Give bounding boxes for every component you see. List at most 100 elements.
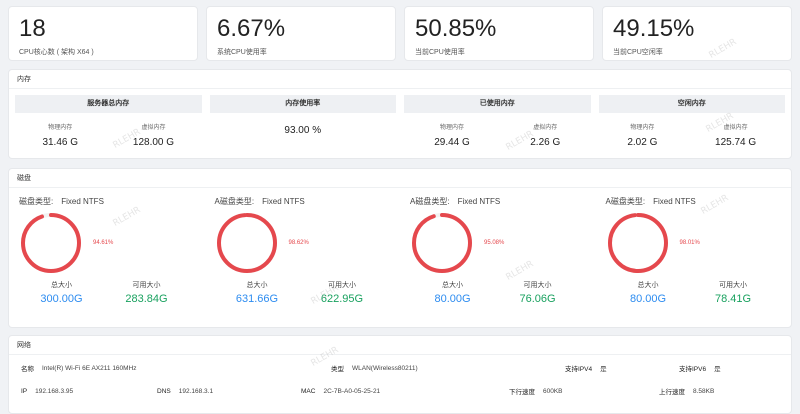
disk-total-label: 总大小 — [442, 282, 463, 289]
network-dns: DNS 192.168.3.1 — [157, 380, 213, 402]
memory-total: 服务器总内存 物理内存 31.46 G 虚拟内存 128.00 G — [15, 95, 202, 148]
net-value: 2C-7B-A0-05-25-21 — [323, 387, 381, 395]
disk-free: 76.06G — [519, 293, 556, 305]
disk-fs: Fixed NTFS — [653, 197, 696, 206]
memory-usage-value: 93.00 % — [284, 125, 322, 136]
network-download: 下行速度 600KB — [509, 380, 563, 402]
stat-label: 当前CPU使用率 — [415, 49, 465, 56]
disk-fs: Fixed NTFS — [61, 197, 104, 206]
net-value: 是 — [600, 366, 607, 373]
network-name: 名称 Intel(R) Wi-Fi 6E AX211 160MHz — [21, 357, 137, 379]
net-key: IP — [21, 387, 28, 395]
virtual-value: 2.26 G — [530, 137, 561, 148]
disk-free-label: 可用大小 — [719, 282, 747, 289]
cpu-stats: 18 CPU核心数 ( 架构 X64 ) 6.67% 系统CPU使用率 50.8… — [8, 6, 792, 61]
net-value: Intel(R) Wi-Fi 6E AX211 160MHz — [42, 364, 137, 372]
memory-panel-title: 内存 — [9, 70, 791, 89]
memory-col-title: 已使用内存 — [404, 95, 591, 113]
disk-total-label: 总大小 — [637, 282, 659, 289]
ring-arc — [412, 213, 472, 273]
disk-percent: 98.62% — [288, 240, 309, 246]
disk-type: 磁盘类型: Fixed NTFS — [19, 196, 205, 208]
stat-cpu-cores: 18 CPU核心数 ( 架构 X64 ) — [8, 6, 198, 61]
disk-total: 300.00G — [40, 293, 83, 305]
net-value: 192.168.3.1 — [178, 387, 214, 395]
disk-percent: 95.08% — [484, 240, 505, 246]
disk-total-label: 总大小 — [50, 282, 72, 289]
disk-fs: Fixed NTFS — [262, 197, 305, 206]
net-key: DNS — [157, 387, 171, 395]
disk-card: 磁盘类型: Fixed NTFS 94.61% 总大小 300.00G 可用大小 28… — [9, 196, 205, 305]
disk-card: A磁盘类型: Fixed NTFS 98.62% 总大小 631.66G 可用大小 6… — [205, 196, 401, 305]
disk-type: A磁盘类型: Fixed NTFS — [410, 196, 596, 208]
net-key: 支持IPV4 — [565, 366, 593, 373]
disk-free: 78.41G — [714, 293, 752, 305]
disk-card: A磁盘类型: Fixed NTFS 98.01% 总大小 80.00G 可用大小 78… — [596, 196, 792, 305]
disk-percent: 98.01% — [679, 240, 700, 246]
disk-usage-ring — [412, 213, 472, 273]
stat-value: 50.85% — [415, 15, 497, 42]
disk-total: 631.66G — [235, 293, 279, 305]
disk-panel: 磁盘 磁盘类型: Fixed NTFS 94.61% 总大小 300.00G 可用大… — [8, 168, 792, 328]
network-type: 类型 WLAN(Wireless80211) — [331, 357, 418, 379]
network-mac: MAC 2C-7B-A0-05-25-21 — [301, 380, 380, 402]
network-ip: IP 192.168.3.95 — [21, 380, 73, 402]
disk-free: 283.84G — [125, 293, 168, 305]
network-ipv6: 支持IPV6 是 — [679, 357, 721, 379]
net-value: 是 — [714, 366, 721, 373]
memory-col-title: 服务器总内存 — [15, 95, 202, 113]
physical-label: 物理内存 — [630, 125, 655, 131]
net-value: 8.58KB — [693, 387, 715, 395]
disk-total: 80.00G — [434, 293, 471, 305]
net-key: 支持IPV6 — [679, 366, 707, 373]
disk-type: A磁盘类型: Fixed NTFS — [215, 196, 401, 208]
disk-free-label: 可用大小 — [523, 282, 552, 289]
virtual-label: 虚拟内存 — [533, 125, 558, 131]
disk-type-label: 磁盘类型: — [610, 197, 646, 206]
net-key: 名称 — [21, 366, 34, 373]
network-upload: 上行速度 8.58KB — [659, 380, 714, 402]
net-key: 下行速度 — [509, 389, 535, 396]
stat-system-cpu: 6.67% 系统CPU使用率 — [206, 6, 396, 61]
disk-percent: 94.61% — [93, 240, 114, 246]
net-key: 类型 — [331, 366, 344, 373]
disk-usage-ring — [21, 213, 81, 273]
stat-label: 系统CPU使用率 — [217, 49, 267, 56]
disk-usage-ring — [607, 213, 668, 273]
physical-value: 2.02 G — [627, 137, 658, 148]
net-key: 上行速度 — [659, 389, 685, 396]
ring-arc — [21, 213, 81, 273]
physical-value: 29.44 G — [434, 137, 470, 148]
disk-card: A磁盘类型: Fixed NTFS 95.08% 总大小 80.00G 可用大小 76… — [400, 196, 596, 305]
disk-panel-title: 磁盘 — [9, 169, 791, 188]
disk-free-label: 可用大小 — [132, 282, 161, 289]
virtual-value: 128.00 G — [132, 137, 175, 148]
network-ipv4: 支持IPV4 是 — [565, 357, 607, 379]
memory-free: 空闲内存 物理内存 2.02 G 虚拟内存 125.74 G — [598, 95, 785, 148]
virtual-value: 125.74 G — [715, 137, 757, 148]
net-value: 192.168.3.95 — [35, 387, 74, 395]
disk-type-label: 磁盘类型: — [19, 197, 54, 206]
stat-current-cpu: 50.85% 当前CPU使用率 — [404, 6, 594, 61]
memory-usage: 内存使用率 93.00 % — [209, 95, 396, 148]
physical-label: 物理内存 — [440, 125, 465, 131]
stat-label: 当前CPU空闲率 — [613, 49, 663, 56]
disk-total: 80.00G — [629, 293, 667, 305]
stat-value: 6.67% — [217, 15, 286, 42]
physical-value: 31.46 G — [42, 137, 79, 148]
network-panel: 网络 名称 Intel(R) Wi-Fi 6E AX211 160MHz 类型 WL… — [8, 335, 792, 414]
disk-total-label: 总大小 — [246, 282, 268, 289]
memory-used: 已使用内存 物理内存 29.44 G 虚拟内存 2.26 G — [404, 95, 591, 148]
stat-cpu-idle: 49.15% 当前CPU空闲率 — [602, 6, 792, 61]
ring-arc — [216, 213, 277, 273]
ring-arc — [607, 213, 668, 273]
network-panel-title: 网络 — [9, 336, 791, 355]
net-key: MAC — [301, 387, 316, 395]
memory-col-title: 内存使用率 — [209, 95, 396, 113]
net-value: 600KB — [543, 387, 563, 395]
disk-usage-ring — [216, 213, 277, 273]
net-value: WLAN(Wireless80211) — [352, 364, 418, 372]
disk-type-label: 磁盘类型: — [219, 197, 255, 206]
stat-value: 49.15% — [613, 15, 695, 42]
disk-fs: Fixed NTFS — [457, 197, 501, 206]
